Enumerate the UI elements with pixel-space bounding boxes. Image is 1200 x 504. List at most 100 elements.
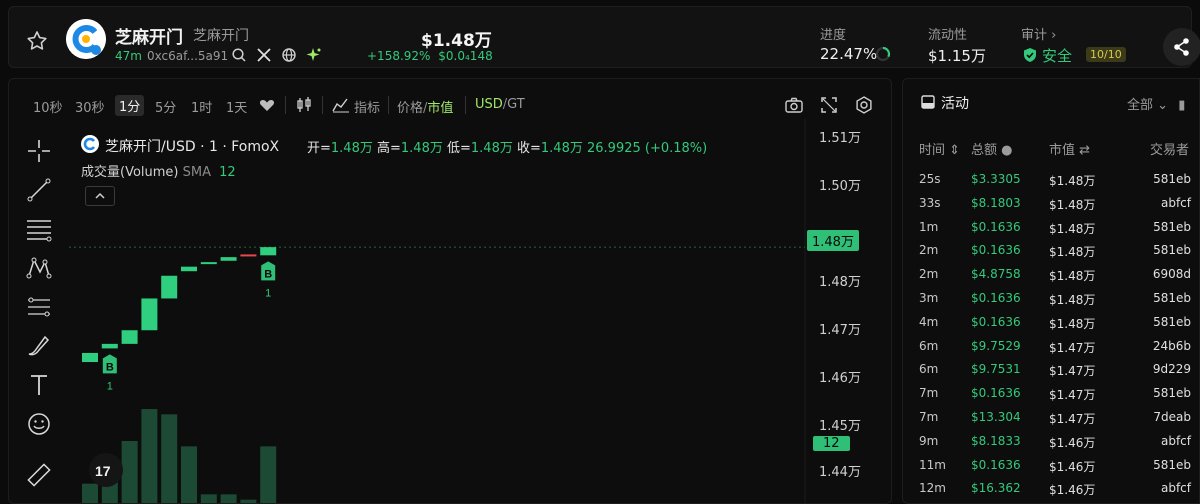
activity-row[interactable]: 11m $0.1636 $1.46万 581eb (903, 458, 1199, 482)
row-time: 2m (919, 267, 939, 282)
row-amount: $8.1803 (971, 195, 1021, 210)
row-amount: $0.1636 (971, 314, 1021, 329)
row-mcap: $1.47万 (1049, 388, 1096, 403)
row-trader[interactable]: abfcf (1161, 481, 1191, 495)
activity-row[interactable]: 6m $9.7529 $1.47万 24b6b (903, 338, 1199, 363)
tradingview-logo[interactable]: 17 (89, 453, 123, 487)
progress-value: 22.47% (820, 45, 878, 63)
col-amount-label[interactable]: 总额 (971, 143, 997, 158)
activity-row[interactable]: 4m $0.1636 $1.48万 581eb (903, 314, 1199, 339)
activity-row[interactable]: 3m $0.1636 $1.48万 581eb (903, 291, 1199, 315)
row-trader[interactable]: 581eb (1153, 220, 1191, 234)
row-mcap: $1.48万 (1049, 293, 1096, 307)
row-trader[interactable]: 581eb (1153, 243, 1191, 257)
share-icon (1174, 38, 1189, 56)
col-header-time[interactable]: 时间 ⇕ (919, 139, 960, 158)
chevron-down-icon[interactable]: ⌄ (1157, 98, 1168, 113)
candle (181, 266, 197, 272)
row-time: 12m (919, 481, 946, 496)
liquidity-label: 流动性 (928, 28, 968, 43)
volume-bar (220, 494, 237, 503)
buy-marker-label: B (106, 361, 114, 373)
token-name: 芝麻开门 (115, 28, 183, 48)
activity-row[interactable]: 25s $3.3305 $1.48万 581eb (903, 172, 1199, 196)
candle (161, 275, 178, 299)
row-amount: $9.7531 (971, 362, 1021, 377)
audit-score-badge: 10/10 (1086, 47, 1126, 62)
activity-filter-dropdown[interactable]: 全部 ⌄ ▮ (1127, 94, 1185, 113)
row-trader[interactable]: 581eb (1153, 386, 1191, 400)
col-header-trader[interactable]: 交易者 (1150, 139, 1189, 158)
row-trader[interactable]: 581eb (1153, 315, 1191, 329)
audit-link[interactable]: 审计 › (1021, 24, 1056, 43)
candle (82, 352, 98, 363)
row-mcap: $1.48万 (1049, 245, 1096, 260)
chart-panel: 10秒 30秒 1分 5分 1时 1天 指标 价格/市值 USD/GT 芝麻开门… (8, 78, 892, 504)
share-button[interactable] (1163, 28, 1200, 66)
activity-filter-value[interactable]: 全部 (1127, 98, 1153, 113)
row-time: 9m (919, 433, 939, 448)
y-tick-label: 1.47万 (819, 323, 861, 338)
row-trader[interactable]: abfcf (1161, 196, 1191, 210)
star-icon[interactable] (25, 29, 49, 53)
activity-row[interactable]: 7m $0.1636 $1.47万 581eb (903, 386, 1199, 410)
row-mcap: $1.47万 (1049, 340, 1096, 355)
change-percent: +158.92% (367, 49, 431, 63)
y-tick-label: 1.50万 (819, 179, 861, 194)
y-tick-label: 1.48万 (819, 275, 861, 290)
last-price-tag: 1.48万 (807, 230, 859, 251)
sparkle-icon[interactable] (306, 47, 322, 63)
y-tick-label: 1.46万 (819, 371, 861, 386)
token-address[interactable]: 0xc6af...5a91 (147, 49, 228, 63)
row-trader[interactable]: 9d229 (1153, 362, 1191, 376)
activity-row[interactable]: 2m $0.1636 $1.48万 581eb (903, 243, 1199, 267)
row-amount: $8.1833 (971, 433, 1021, 448)
row-mcap: $1.48万 (1049, 221, 1096, 236)
sort-icon[interactable]: ⇕ (945, 143, 960, 158)
row-trader[interactable]: 24b6b (1153, 339, 1191, 353)
row-trader[interactable]: 6908d (1153, 267, 1191, 281)
row-trader[interactable]: 581eb (1153, 458, 1191, 472)
swap-icon[interactable]: ⇄ (1075, 143, 1090, 158)
audit-value: 安全 (1042, 47, 1073, 65)
more-icon[interactable]: ▮ (1178, 98, 1185, 113)
token-age: 47m (115, 49, 142, 63)
candlestick-chart[interactable]: B 1 B 1 (9, 79, 892, 504)
row-trader[interactable]: 581eb (1153, 291, 1191, 305)
col-header-amount[interactable]: 总额 ● (971, 139, 1013, 158)
row-amount: $3.3305 (971, 172, 1021, 186)
y-tick-label: 1.44万 (819, 465, 861, 480)
token-logo (66, 19, 106, 59)
buy-marker-label: B (264, 268, 272, 280)
row-amount: $4.8758 (971, 267, 1021, 282)
activity-row[interactable]: 1m $0.1636 $1.48万 581eb (903, 219, 1199, 244)
currency-icon[interactable]: ● (997, 143, 1012, 158)
volume-bar (260, 446, 277, 503)
volume-bar (141, 409, 158, 503)
row-trader[interactable]: abfcf (1161, 434, 1191, 448)
col-time-label[interactable]: 时间 (919, 143, 945, 158)
search-icon[interactable] (231, 47, 247, 63)
globe-icon[interactable] (281, 47, 297, 63)
col-mcap-label[interactable]: 市值 (1049, 143, 1075, 158)
activity-row[interactable]: 12m $16.362 $1.46万 abfcf (903, 481, 1199, 503)
activity-row[interactable]: 9m $8.1833 $1.46万 abfcf (903, 433, 1199, 458)
activity-row[interactable]: 6m $9.7531 $1.47万 9d229 (903, 362, 1199, 386)
row-amount: $16.362 (971, 481, 1021, 496)
row-trader[interactable]: 581eb (1153, 172, 1191, 186)
row-mcap: $1.47万 (1049, 364, 1096, 379)
activity-row[interactable]: 7m $13.304 $1.47万 7deab (903, 410, 1199, 434)
candle (141, 298, 158, 331)
x-twitter-icon[interactable] (256, 47, 272, 63)
progress-label: 进度 (820, 28, 847, 43)
candle (101, 343, 118, 349)
col-header-mcap[interactable]: 市值 ⇄ (1049, 139, 1090, 158)
row-time: 6m (919, 338, 939, 353)
activity-row[interactable]: 2m $4.8758 $1.48万 6908d (903, 267, 1199, 291)
activity-row[interactable]: 33s $8.1803 $1.48万 abfcf (903, 195, 1199, 220)
candle (260, 247, 277, 256)
row-time: 1m (919, 219, 939, 234)
row-mcap: $1.46万 (1049, 483, 1096, 498)
row-trader[interactable]: 7deab (1153, 410, 1191, 424)
buy-marker-count: 1 (265, 287, 271, 299)
